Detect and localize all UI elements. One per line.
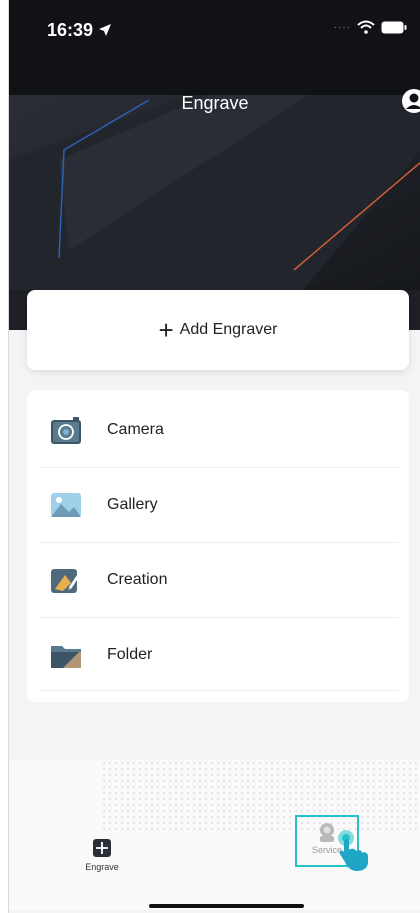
gallery-icon — [51, 493, 81, 517]
menu-item-gallery[interactable]: Gallery — [27, 468, 409, 542]
app-screen: 16:39 ···· Engrave + Add Engraver Camera… — [8, 0, 420, 913]
plus-icon: + — [158, 315, 174, 345]
menu-item-gallery-label: Gallery — [107, 496, 158, 513]
camera-icon — [51, 417, 81, 444]
menu-item-camera-label: Camera — [107, 421, 164, 438]
header-banner: 16:39 ···· Engrave — [9, 0, 420, 330]
menu-item-folder[interactable]: Folder — [27, 618, 409, 692]
signal-dots-icon: ···· — [333, 21, 351, 33]
tap-hand-icon — [338, 830, 368, 871]
engrave-tab-icon — [93, 839, 111, 857]
menu-item-camera[interactable]: Camera — [27, 393, 409, 467]
location-arrow-icon — [99, 24, 112, 36]
add-engraver-button[interactable]: + Add Engraver — [27, 290, 409, 370]
status-time: 16:39 — [47, 20, 112, 41]
menu-item-creation[interactable]: Creation — [27, 543, 409, 617]
divider — [39, 690, 399, 691]
page-title: Engrave — [181, 93, 249, 113]
home-indicator — [149, 904, 304, 908]
dot-pattern — [101, 760, 420, 830]
status-bar: 16:39 ···· — [9, 0, 420, 58]
creation-icon — [51, 569, 83, 593]
account-icon[interactable] — [401, 88, 420, 114]
menu-item-folder-label: Folder — [107, 646, 153, 663]
wifi-icon — [357, 20, 375, 34]
tab-engrave[interactable]: Engrave — [67, 838, 137, 908]
status-icons: ···· — [334, 20, 407, 34]
add-engraver-label: Add Engraver — [179, 321, 278, 338]
menu-list: Camera Gallery Creation Folder — [27, 390, 409, 702]
menu-item-creation-label: Creation — [107, 571, 168, 588]
status-time-text: 16:39 — [47, 20, 94, 40]
folder-icon — [51, 646, 81, 668]
battery-icon — [381, 21, 407, 33]
tab-engrave-label: Engrave — [85, 862, 119, 872]
